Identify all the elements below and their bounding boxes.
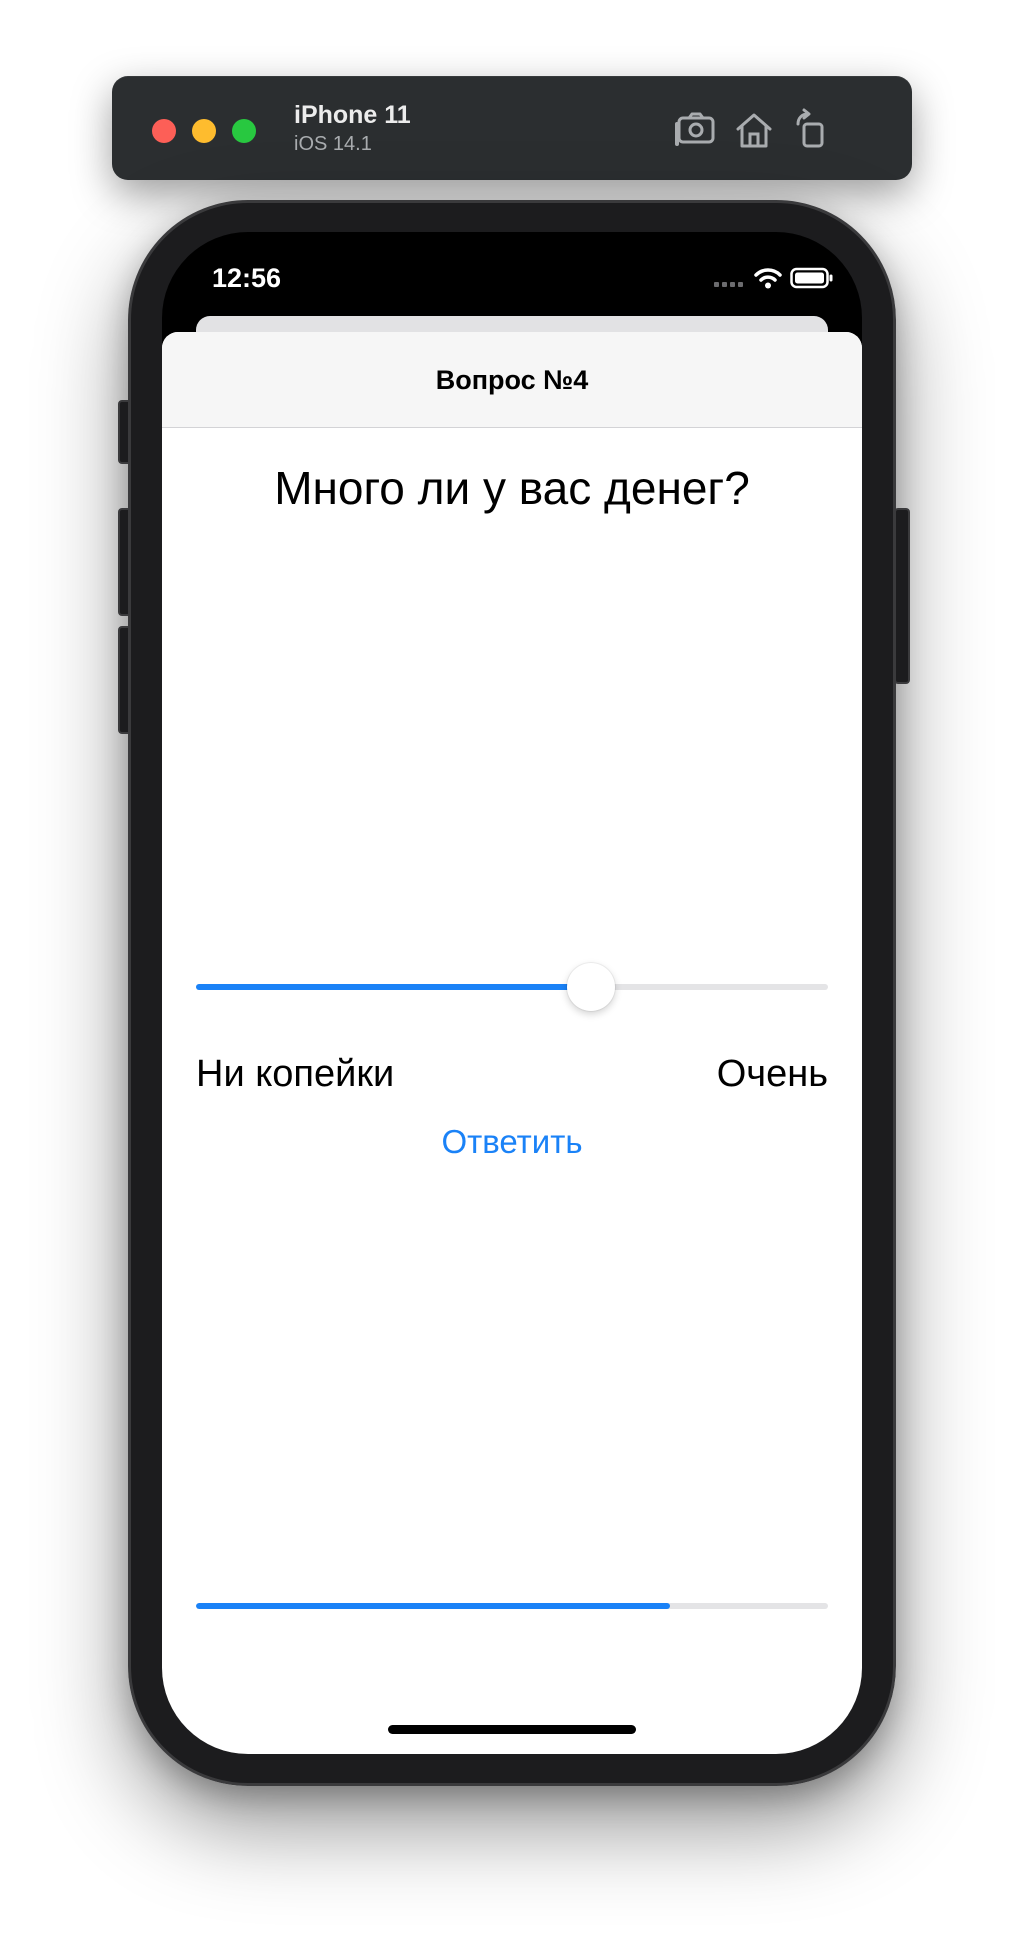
zoom-window-button[interactable] xyxy=(232,119,256,143)
home-icon xyxy=(736,113,772,148)
modal-sheet: Вопрос №4 Много ли у вас денег? Ни копей… xyxy=(162,332,862,1754)
slider-fill xyxy=(196,984,591,990)
navigation-bar: Вопрос №4 xyxy=(162,332,862,428)
screenshot-icon xyxy=(675,112,715,146)
question-text: Много ли у вас денег? xyxy=(274,462,750,514)
status-time: 12:56 xyxy=(212,263,282,293)
phone-screen: 12:56 Вопрос №4 Много ли у вас денег? Ни… xyxy=(162,232,862,1754)
progress-fill xyxy=(196,1603,670,1609)
notch xyxy=(318,232,708,290)
answer-button[interactable]: Ответить xyxy=(162,1122,862,1162)
answer-slider[interactable] xyxy=(196,963,828,1011)
wifi-icon xyxy=(754,268,782,289)
rotate-button[interactable] xyxy=(788,106,836,154)
close-window-button[interactable] xyxy=(152,119,176,143)
cellular-signal-icon xyxy=(714,282,743,287)
home-indicator xyxy=(388,1725,636,1734)
rotate-icon xyxy=(796,108,824,148)
screenshot-button[interactable] xyxy=(672,106,720,154)
simulator-title-bar: iPhone 11 iOS 14.1 xyxy=(112,76,912,180)
quiz-progress-bar xyxy=(196,1603,828,1609)
simulator-stage: iPhone 11 iOS 14.1 12:56 Вопрос №4 Много… xyxy=(0,0,1024,1934)
slider-max-label: Очень xyxy=(716,1053,828,1095)
os-version: iOS 14.1 xyxy=(294,133,372,155)
minimize-window-button[interactable] xyxy=(192,119,216,143)
slider-min-label: Ни копейки xyxy=(196,1053,395,1095)
home-button[interactable] xyxy=(730,106,778,154)
device-name: iPhone 11 xyxy=(294,101,411,129)
slider-thumb[interactable] xyxy=(567,963,615,1011)
battery-icon xyxy=(790,267,833,289)
status-icons xyxy=(714,264,834,292)
nav-title: Вопрос №4 xyxy=(435,365,589,395)
side-power-button xyxy=(894,508,910,684)
